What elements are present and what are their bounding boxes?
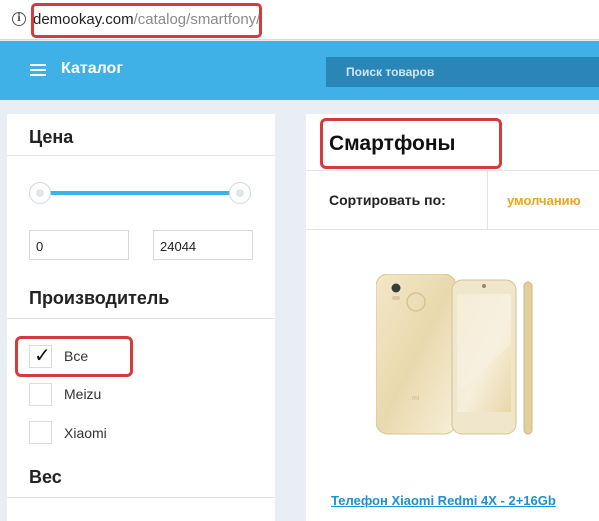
price-max-input[interactable]: 24044 <box>153 230 253 260</box>
info-icon[interactable]: i <box>12 12 26 26</box>
sort-option-default[interactable]: умолчанию <box>507 193 581 208</box>
weight-filter-title: Вес <box>29 467 62 487</box>
price-slider-max-handle[interactable] <box>229 182 251 204</box>
site-header: Каталог Поиск товаров <box>0 41 599 100</box>
checkbox-meizu[interactable] <box>29 383 52 406</box>
sort-bar: Сортировать по: умолчанию <box>306 170 599 230</box>
search-input[interactable]: Поиск товаров <box>326 57 599 87</box>
price-slider-min-handle[interactable] <box>29 182 51 204</box>
menu-icon[interactable] <box>30 64 46 76</box>
title-highlight-box <box>320 118 502 169</box>
divider <box>7 497 275 498</box>
smartphone-image[interactable]: mi <box>376 274 536 440</box>
svg-text:mi: mi <box>412 395 420 402</box>
search-placeholder: Поиск товаров <box>346 65 435 79</box>
vse-highlight-box <box>15 336 133 377</box>
url-highlight-box <box>31 3 262 38</box>
manufacturer-filter-title: Производитель <box>29 288 170 308</box>
catalog-button[interactable]: Каталог <box>61 60 123 78</box>
checkbox-label-xiaomi[interactable]: Xiaomi <box>64 425 107 441</box>
checkbox-label-meizu[interactable]: Meizu <box>64 386 101 402</box>
checkbox-xiaomi[interactable] <box>29 421 52 444</box>
sort-label: Сортировать по: <box>329 192 446 208</box>
divider <box>7 155 275 156</box>
price-slider-track[interactable] <box>40 191 240 195</box>
divider <box>487 171 488 229</box>
product-link[interactable]: Телефон Xiaomi Redmi 4X - 2+16Gb <box>331 493 556 508</box>
price-min-input[interactable]: 0 <box>29 230 129 260</box>
divider <box>7 318 275 319</box>
catalog-main: Смартфоны Сортировать по: умолчанию mi Т… <box>306 114 599 521</box>
address-bar[interactable]: i demookay.com/catalog/smartfony/ <box>0 0 599 40</box>
filter-sidebar: Цена 0 24044 Производитель ✓ Все Meizu X… <box>7 114 275 521</box>
price-filter-title: Цена <box>29 127 74 147</box>
